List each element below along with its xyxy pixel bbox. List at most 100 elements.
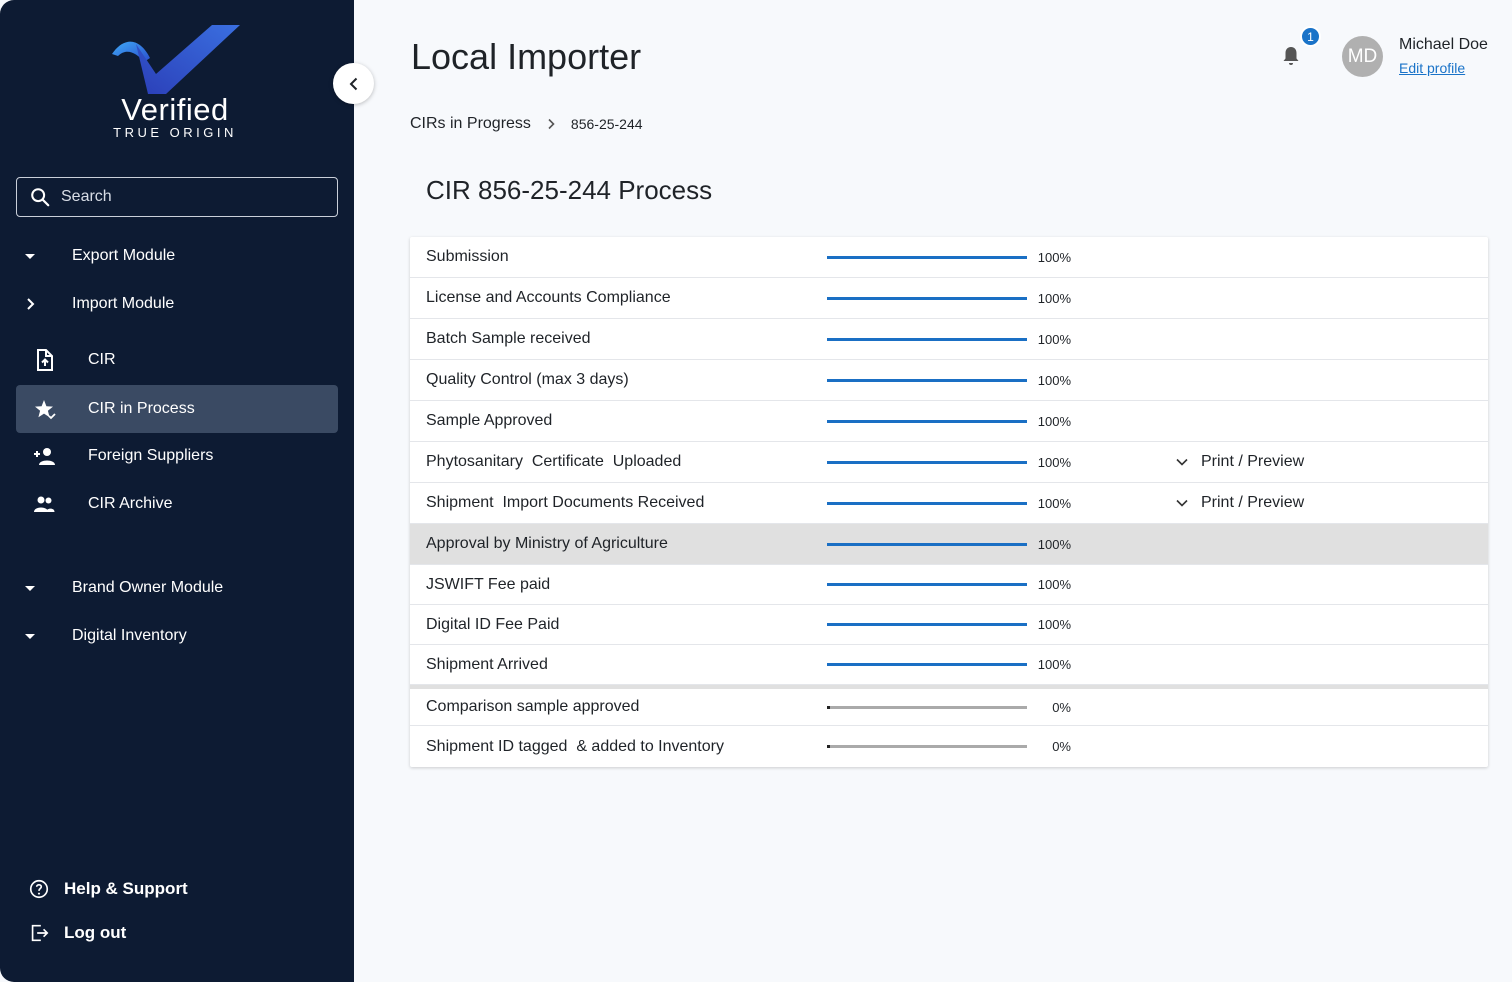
nav-digital-inventory-label: Digital Inventory	[72, 627, 187, 644]
nav-brand-owner-module[interactable]: Brand Owner Module	[16, 564, 338, 612]
nav-digital-inventory[interactable]: Digital Inventory	[16, 612, 338, 660]
notification-badge: 1	[1300, 26, 1321, 47]
step-progress-fill	[827, 583, 1027, 586]
user-name: Michael Doe	[1399, 36, 1488, 53]
nav-item-foreign-suppliers-label: Foreign Suppliers	[88, 447, 214, 464]
step-name: JSWIFT Fee paid	[426, 575, 551, 593]
step-progress-percent: 100%	[1037, 454, 1071, 470]
step-progress-fill	[827, 663, 1027, 666]
collapse-sidebar-button[interactable]	[333, 63, 374, 104]
step-name: Quality Control (max 3 days)	[426, 371, 629, 388]
step-progress-bar	[827, 255, 1027, 259]
person-add-icon	[34, 448, 55, 465]
nav-item-cir[interactable]: CIR	[16, 336, 338, 384]
step-progress-percent: 100%	[1037, 331, 1071, 347]
step-name: Shipment ID tagged & added to Inventory	[426, 737, 724, 755]
help-support-label: Help & Support	[64, 879, 188, 898]
process-steps-table: Submission 100% License and Accounts Compl…	[410, 237, 1488, 767]
step-name: Phytosanitary Certificate Uploaded	[426, 453, 682, 470]
step-progress-percent: 100%	[1037, 290, 1071, 306]
step-progress-percent: 100%	[1037, 577, 1071, 592]
step-name: License and Accounts Compliance	[426, 289, 671, 306]
step-progress-percent: 0%	[1052, 739, 1071, 754]
process-step-row[interactable]: JSWIFT Fee paid 100%	[410, 565, 1488, 605]
process-step-row[interactable]: Batch Sample received 100%	[410, 319, 1488, 360]
edit-profile-link[interactable]: Edit profile	[1399, 60, 1465, 76]
print-preview-dropdown[interactable]: Print / Preview	[1173, 494, 1304, 512]
step-progress-bar	[827, 501, 1027, 505]
print-preview-label: Print / Preview	[1201, 453, 1305, 470]
nav-item-cir-archive[interactable]: CIR Archive	[16, 480, 338, 528]
step-progress-bar	[827, 705, 1027, 709]
nav-brand-owner-module-label: Brand Owner Module	[72, 579, 224, 596]
step-progress-percent: 0%	[1052, 699, 1071, 715]
step-name: Comparison sample approved	[426, 698, 640, 715]
sidebar: Verified TRUE ORIGIN Export Module Impor…	[0, 0, 354, 982]
star-check-icon	[35, 400, 56, 420]
caret-down-icon	[25, 634, 35, 639]
step-progress-fill	[827, 542, 1027, 546]
search-icon	[31, 188, 50, 207]
caret-down-icon	[25, 254, 35, 259]
step-progress-bar	[827, 623, 1027, 626]
process-step-row[interactable]: Phytosanitary Certificate Uploaded 100% Pr…	[410, 442, 1488, 483]
process-step-row[interactable]: Shipment Arrived 100%	[410, 645, 1488, 685]
logout-link[interactable]: Log out	[28, 919, 126, 947]
nav-import-module-label: Import Module	[72, 295, 175, 312]
step-progress-fill	[827, 419, 1027, 423]
chevron-right-icon	[548, 118, 555, 130]
step-progress-percent: 100%	[1037, 536, 1071, 552]
breadcrumb: CIRs in Progress 856-25-244	[410, 115, 643, 133]
help-support-link[interactable]: Help & Support	[28, 875, 188, 903]
process-step-row[interactable]: Approval by Ministry of Agriculture 100%	[410, 524, 1488, 565]
step-name: Sample Approved	[426, 412, 553, 429]
process-step-row[interactable]: Digital ID Fee Paid 100%	[410, 605, 1488, 645]
avatar[interactable]: MD	[1342, 36, 1383, 77]
process-title: CIR 856-25-244 Process	[426, 175, 713, 205]
nav-item-cir-in-process-label: CIR in Process	[88, 400, 195, 417]
process-step-row[interactable]: Sample Approved 100%	[410, 401, 1488, 442]
brand-tagline: TRUE ORIGIN	[113, 125, 237, 140]
step-progress-fill	[827, 255, 1027, 259]
caret-down-icon	[25, 586, 35, 591]
nav-import-module[interactable]: Import Module	[16, 280, 338, 328]
nav-item-cir-in-process[interactable]: CIR in Process	[16, 385, 338, 433]
process-step-row[interactable]: Submission 100%	[410, 237, 1488, 278]
brand-logo[interactable]: Verified TRUE ORIGIN	[100, 22, 250, 142]
step-name: Digital ID Fee Paid	[426, 615, 560, 633]
search-box[interactable]	[16, 177, 338, 217]
search-input[interactable]	[61, 188, 321, 206]
chevron-down-icon	[1176, 499, 1188, 507]
brand-wordmark: Verified	[121, 92, 229, 127]
checkmark-logo-icon	[112, 25, 240, 94]
process-step-row[interactable]: Quality Control (max 3 days) 100%	[410, 360, 1488, 401]
breadcrumb-current: 856-25-244	[570, 116, 643, 132]
step-progress-fill	[827, 337, 1027, 341]
nav-item-foreign-suppliers[interactable]: Foreign Suppliers	[16, 432, 338, 480]
process-step-row[interactable]: Shipment Import Documents Received 100% Pr…	[410, 483, 1488, 524]
process-step-row[interactable]: Comparison sample approved 0%	[410, 685, 1488, 726]
chevron-left-icon	[349, 77, 357, 90]
file-upload-icon	[37, 349, 53, 371]
step-name: Approval by Ministry of Agriculture	[426, 535, 668, 552]
step-progress-fill	[827, 501, 1027, 505]
step-progress-bar	[827, 378, 1027, 382]
chevron-right-icon	[27, 298, 35, 310]
page-title: Local Importer	[411, 36, 642, 77]
nav-export-module[interactable]: Export Module	[16, 232, 338, 280]
step-progress-bar	[827, 337, 1027, 341]
step-progress-percent: 100%	[1037, 249, 1071, 265]
breadcrumb-parent-link[interactable]: CIRs in Progress	[410, 115, 531, 133]
step-progress-bar	[827, 663, 1027, 666]
step-progress-percent: 100%	[1037, 495, 1071, 511]
logout-label: Log out	[64, 923, 127, 942]
step-progress-bar	[827, 583, 1027, 586]
chevron-down-icon	[1176, 458, 1188, 466]
process-step-row[interactable]: License and Accounts Compliance 100%	[410, 278, 1488, 319]
bell-icon[interactable]	[1279, 44, 1303, 68]
step-progress-fill	[827, 623, 1027, 626]
process-step-row[interactable]: Shipment ID tagged & added to Inventory 0…	[410, 726, 1488, 767]
nav-item-cir-label: CIR	[88, 351, 116, 368]
step-progress-bar	[827, 419, 1027, 423]
print-preview-dropdown[interactable]: Print / Preview	[1173, 453, 1304, 471]
